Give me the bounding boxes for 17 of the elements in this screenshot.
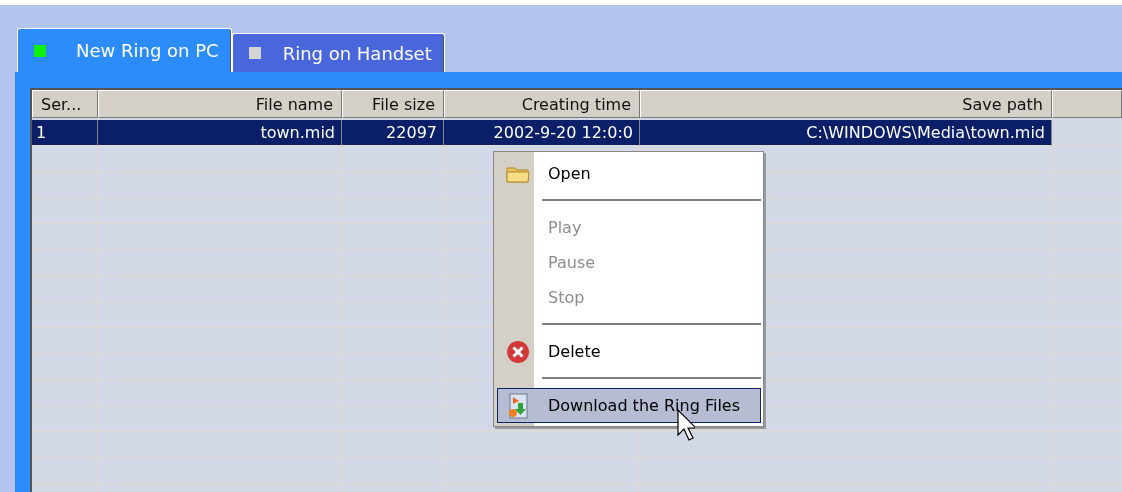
table-cell: 22097 (342, 120, 444, 146)
table-cell: C:\WINDOWS\Media\town.mid (640, 120, 1052, 146)
menu-item[interactable]: Download the Ring Files (497, 388, 761, 423)
download-icon (507, 392, 529, 419)
table-cell: 2002-9-20 12:0:0 (444, 120, 640, 146)
table-cell: 1 (32, 120, 98, 146)
column-header[interactable]: File size (342, 90, 444, 118)
column-header (1052, 90, 1122, 118)
column-header[interactable]: Save path (640, 90, 1052, 118)
menu-item[interactable]: Delete (497, 334, 761, 369)
column-header[interactable]: Creating time (444, 90, 640, 118)
delete-icon (506, 339, 530, 364)
column-header[interactable]: File name (98, 90, 342, 118)
column-header[interactable]: Ser... (32, 90, 98, 118)
tab[interactable]: Ring on Handset (231, 33, 445, 72)
menu-item[interactable]: Open (497, 156, 761, 191)
table-cell: town.mid (98, 120, 342, 146)
